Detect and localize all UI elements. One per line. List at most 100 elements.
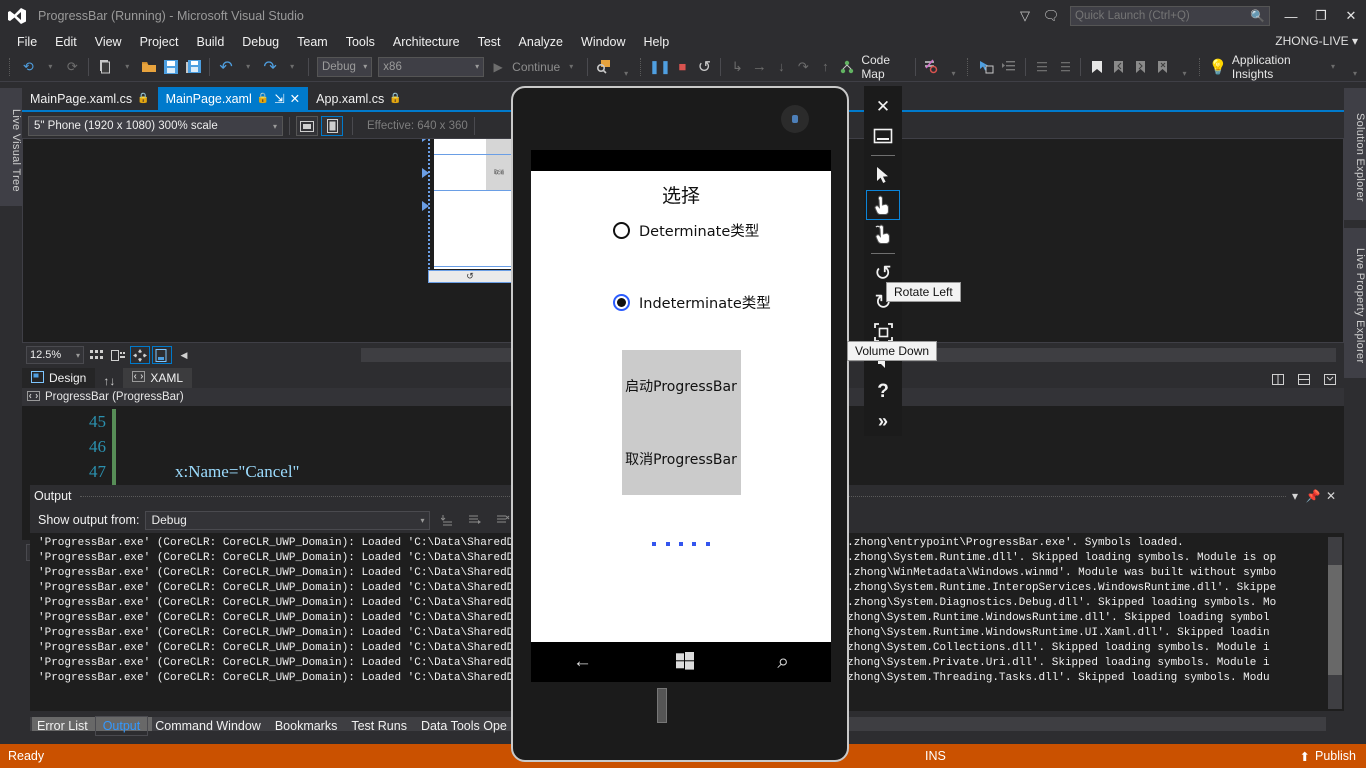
tab-error-list[interactable]: Error List [30,717,95,735]
output-source-select[interactable]: Debug ▾ [145,510,431,530]
tab-mainpage-xaml[interactable]: MainPage.xaml 🔒 ⇲ ✕ [157,87,309,110]
sidebar-item-live-property-explorer[interactable]: Live Property Explorer [1344,228,1366,378]
step-over-icon[interactable]: ↓ [770,56,792,78]
publish-button[interactable]: ⬆ Publish [1300,749,1356,764]
continue-button[interactable]: Continue [512,60,560,74]
tab-data-tools[interactable]: Data Tools Ope [414,717,514,735]
attach-to-process-icon[interactable] [593,56,615,78]
tab-test-runs[interactable]: Test Runs [344,717,414,735]
artboard-row[interactable] [422,191,512,267]
step-up-icon[interactable]: ↑ [814,56,836,78]
row-handle[interactable] [422,201,429,211]
help-icon[interactable]: ? [866,377,900,407]
row-handle[interactable] [422,168,429,178]
menu-team[interactable]: Team [288,34,337,50]
step-into-icon[interactable]: → [748,56,770,78]
radio-determinate[interactable]: Determinate类型 [531,220,831,241]
pause-icon[interactable]: ❚❚ [648,56,671,78]
chevron-down-icon[interactable]: ▾ [1174,56,1196,78]
navigate-forward-icon[interactable]: ⟳ [61,56,83,78]
step-out-icon[interactable]: ↷ [792,56,814,78]
bookmark-icon[interactable] [1086,56,1108,78]
menu-file[interactable]: File [8,34,46,50]
chevron-down-icon[interactable]: ▾ [281,56,303,78]
menu-help[interactable]: Help [634,34,678,50]
close-icon[interactable]: ✕ [866,92,900,122]
tab-app-xaml-cs[interactable]: App.xaml.cs 🔒 [308,87,410,110]
menu-window[interactable]: Window [572,34,634,50]
chevron-down-icon[interactable]: ▾ [1286,487,1304,505]
next-bookmark-icon[interactable] [1130,56,1152,78]
find-message-icon[interactable] [436,510,458,530]
pin-icon[interactable]: 📌 [1304,487,1322,505]
multi-touch-icon[interactable] [866,220,900,250]
artboard-row[interactable]: 启动 [422,139,512,155]
toolbar-grip[interactable] [9,57,14,76]
vertical-split-icon[interactable] [1268,370,1288,388]
menu-build[interactable]: Build [187,34,233,50]
select-element-icon[interactable] [976,56,998,78]
output-vertical-scrollbar[interactable] [1328,537,1342,709]
comment-icon[interactable] [1031,56,1053,78]
tab-command-window[interactable]: Command Window [148,717,268,735]
sidebar-item-live-visual-tree[interactable]: Live Visual Tree [0,88,22,206]
tab-mainpage-xaml-cs[interactable]: MainPage.xaml.cs 🔒 [22,87,158,110]
feedback-icon[interactable]: 🗨 [1038,0,1064,32]
chevron-down-icon[interactable]: ▾ [116,56,138,78]
artboard-status-tag[interactable]: ↺ [428,270,512,283]
collapse-icon[interactable]: ◀ [174,346,194,364]
device-preview-icon[interactable] [152,346,172,364]
menu-project[interactable]: Project [131,34,188,50]
chevron-down-icon[interactable]: ▾ [1322,56,1344,78]
breakpoint-icon[interactable] [920,56,942,78]
cancel-progressbar-button[interactable]: 取消ProgressBar [622,423,741,496]
undo-icon[interactable]: ↶ [215,56,237,78]
swap-panes-icon[interactable]: ↑↓ [103,374,115,388]
tab-bookmarks[interactable]: Bookmarks [268,717,345,735]
windows-logo-icon[interactable] [675,651,694,673]
application-insights-button[interactable]: Application Insights [1232,53,1322,81]
grid-icon[interactable] [86,346,106,364]
sidebar-item-solution-explorer[interactable]: Solution Explorer [1344,88,1366,220]
search-icon[interactable]: ⌕ [777,650,789,674]
horizontal-split-icon[interactable] [1294,370,1314,388]
close-button[interactable]: ✕ [1336,0,1366,32]
uncomment-icon[interactable] [1053,56,1075,78]
snap-icon[interactable] [108,346,128,364]
previous-bookmark-icon[interactable] [1108,56,1130,78]
radio-indeterminate[interactable]: Indeterminate类型 [531,292,831,313]
toolbar-grip[interactable] [1198,57,1204,76]
save-icon[interactable] [160,56,182,78]
toolbar-grip[interactable] [967,57,972,76]
radio-button-icon[interactable] [613,222,630,239]
menu-analyze[interactable]: Analyze [510,34,572,50]
filter-icon[interactable]: ▽ [1012,0,1038,32]
code-map-icon[interactable] [836,56,858,78]
start-progressbar-button[interactable]: 启动ProgressBar [622,350,741,423]
chevron-down-icon[interactable]: ▾ [560,56,582,78]
chevron-down-icon[interactable]: ▾ [942,56,964,78]
overflow-icon[interactable]: ▾ [1344,56,1366,78]
navigate-backward-icon[interactable]: ⟲ [17,56,39,78]
chevron-down-icon[interactable]: ▾ [237,56,259,78]
phone-emulator-window[interactable]: 选择 Determinate类型 Indeterminate类型 启动Progr… [511,86,849,762]
solution-configuration-combo[interactable]: Debug ▾ [316,56,373,77]
scrollbar-thumb[interactable] [1328,565,1342,675]
expand-icon[interactable] [1320,370,1340,388]
artboard-row[interactable]: 取消 [422,155,512,191]
restore-button[interactable]: ❐ [1306,0,1336,32]
quick-launch-input[interactable] [1075,10,1251,22]
minimize-button[interactable]: — [1276,0,1306,32]
back-icon[interactable]: ← [573,651,592,673]
save-all-icon[interactable] [182,56,204,78]
more-tools-icon[interactable]: » [866,406,900,436]
chevron-down-icon[interactable]: ▾ [39,56,61,78]
open-file-icon[interactable] [138,56,160,78]
tab-output[interactable]: Output [94,716,149,736]
menu-architecture[interactable]: Architecture [384,34,469,50]
clear-bookmarks-icon[interactable] [1152,56,1174,78]
pin-icon[interactable]: ⇲ [274,91,284,106]
menu-test[interactable]: Test [469,34,510,50]
solution-platform-combo[interactable]: x86 ▾ [378,56,485,77]
code-map-button[interactable]: Code Map [861,53,909,81]
